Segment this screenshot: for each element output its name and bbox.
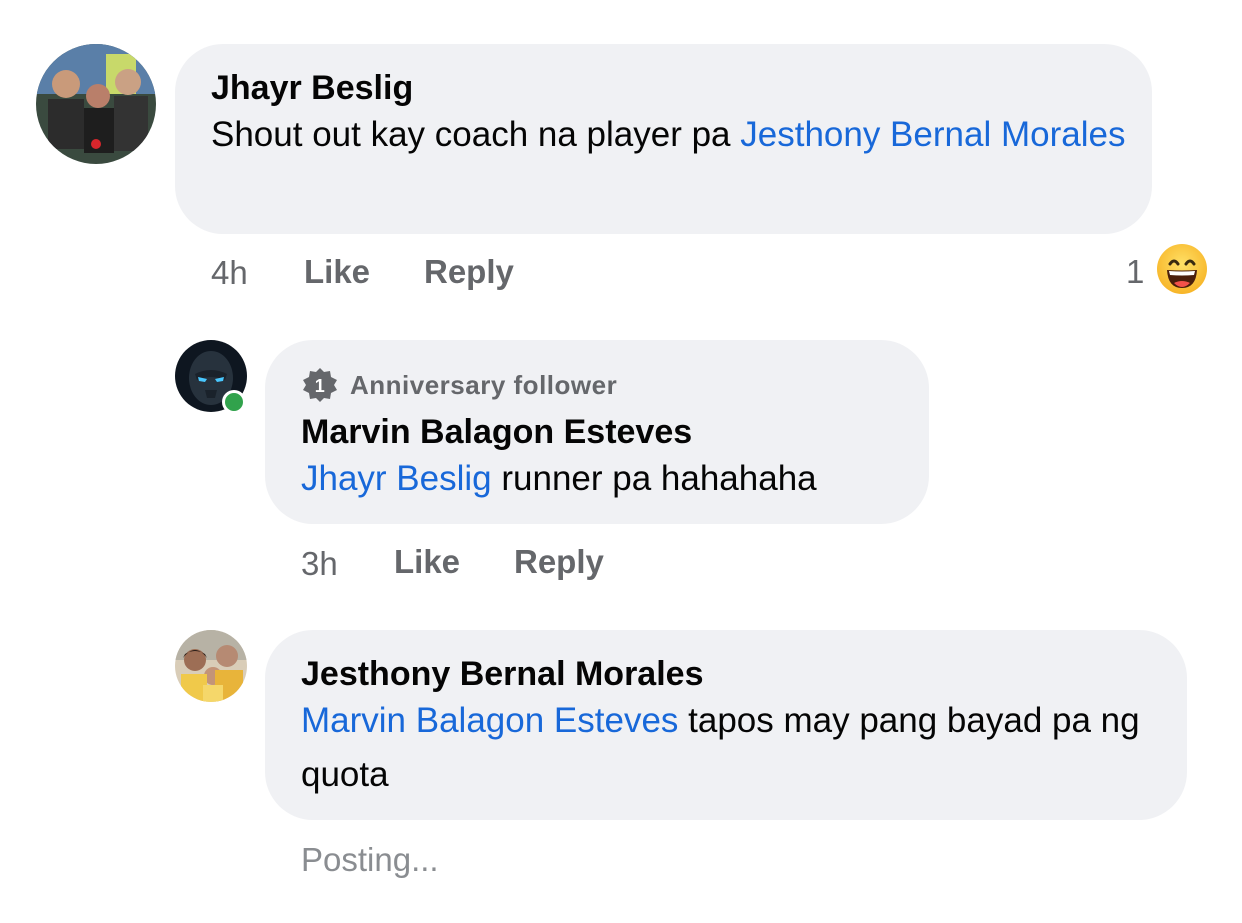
mention-link[interactable]: Jhayr Beslig: [301, 459, 492, 498]
laughing-emoji-icon[interactable]: [1156, 243, 1208, 295]
posting-status: Posting...: [301, 841, 439, 878]
mention-link[interactable]: Marvin Balagon Esteves: [301, 701, 678, 740]
avatar-jesthony-bernal-morales[interactable]: [175, 630, 247, 702]
comment-text: Shout out kay coach na player pa Jesthon…: [211, 108, 1131, 162]
reply-button[interactable]: Reply: [424, 253, 514, 291]
comment-author[interactable]: Marvin Balagon Esteves: [301, 413, 692, 452]
anniversary-follower-badge[interactable]: 1 Anniversary follower: [302, 367, 617, 403]
reaction-count[interactable]: 1: [1126, 253, 1144, 291]
comment-text: Jhayr Beslig runner pa hahahaha: [301, 452, 921, 506]
reply-button[interactable]: Reply: [514, 543, 604, 581]
online-status-indicator: [222, 390, 246, 414]
comment-text-body: runner pa hahahaha: [491, 459, 817, 498]
avatar-photo-icon: [175, 630, 247, 702]
anniversary-badge-icon: 1: [303, 368, 337, 402]
comment-author[interactable]: Jhayr Beslig: [211, 69, 413, 108]
mention-link[interactable]: Jesthony Bernal Morales: [740, 115, 1125, 154]
avatar-photo-icon: [36, 44, 156, 164]
like-button[interactable]: Like: [394, 543, 460, 581]
svg-text:1: 1: [315, 376, 326, 396]
comment-timestamp[interactable]: 4h: [211, 254, 248, 292]
comment-timestamp[interactable]: 3h: [301, 545, 338, 583]
comment-author[interactable]: Jesthony Bernal Morales: [301, 655, 703, 694]
comment-text-body: Shout out kay coach na player pa: [211, 115, 741, 154]
comment-text: Marvin Balagon Esteves tapos may pang ba…: [301, 694, 1169, 802]
like-button[interactable]: Like: [304, 253, 370, 291]
avatar-jhayr-beslig[interactable]: [36, 44, 156, 164]
badge-label: Anniversary follower: [350, 369, 618, 400]
